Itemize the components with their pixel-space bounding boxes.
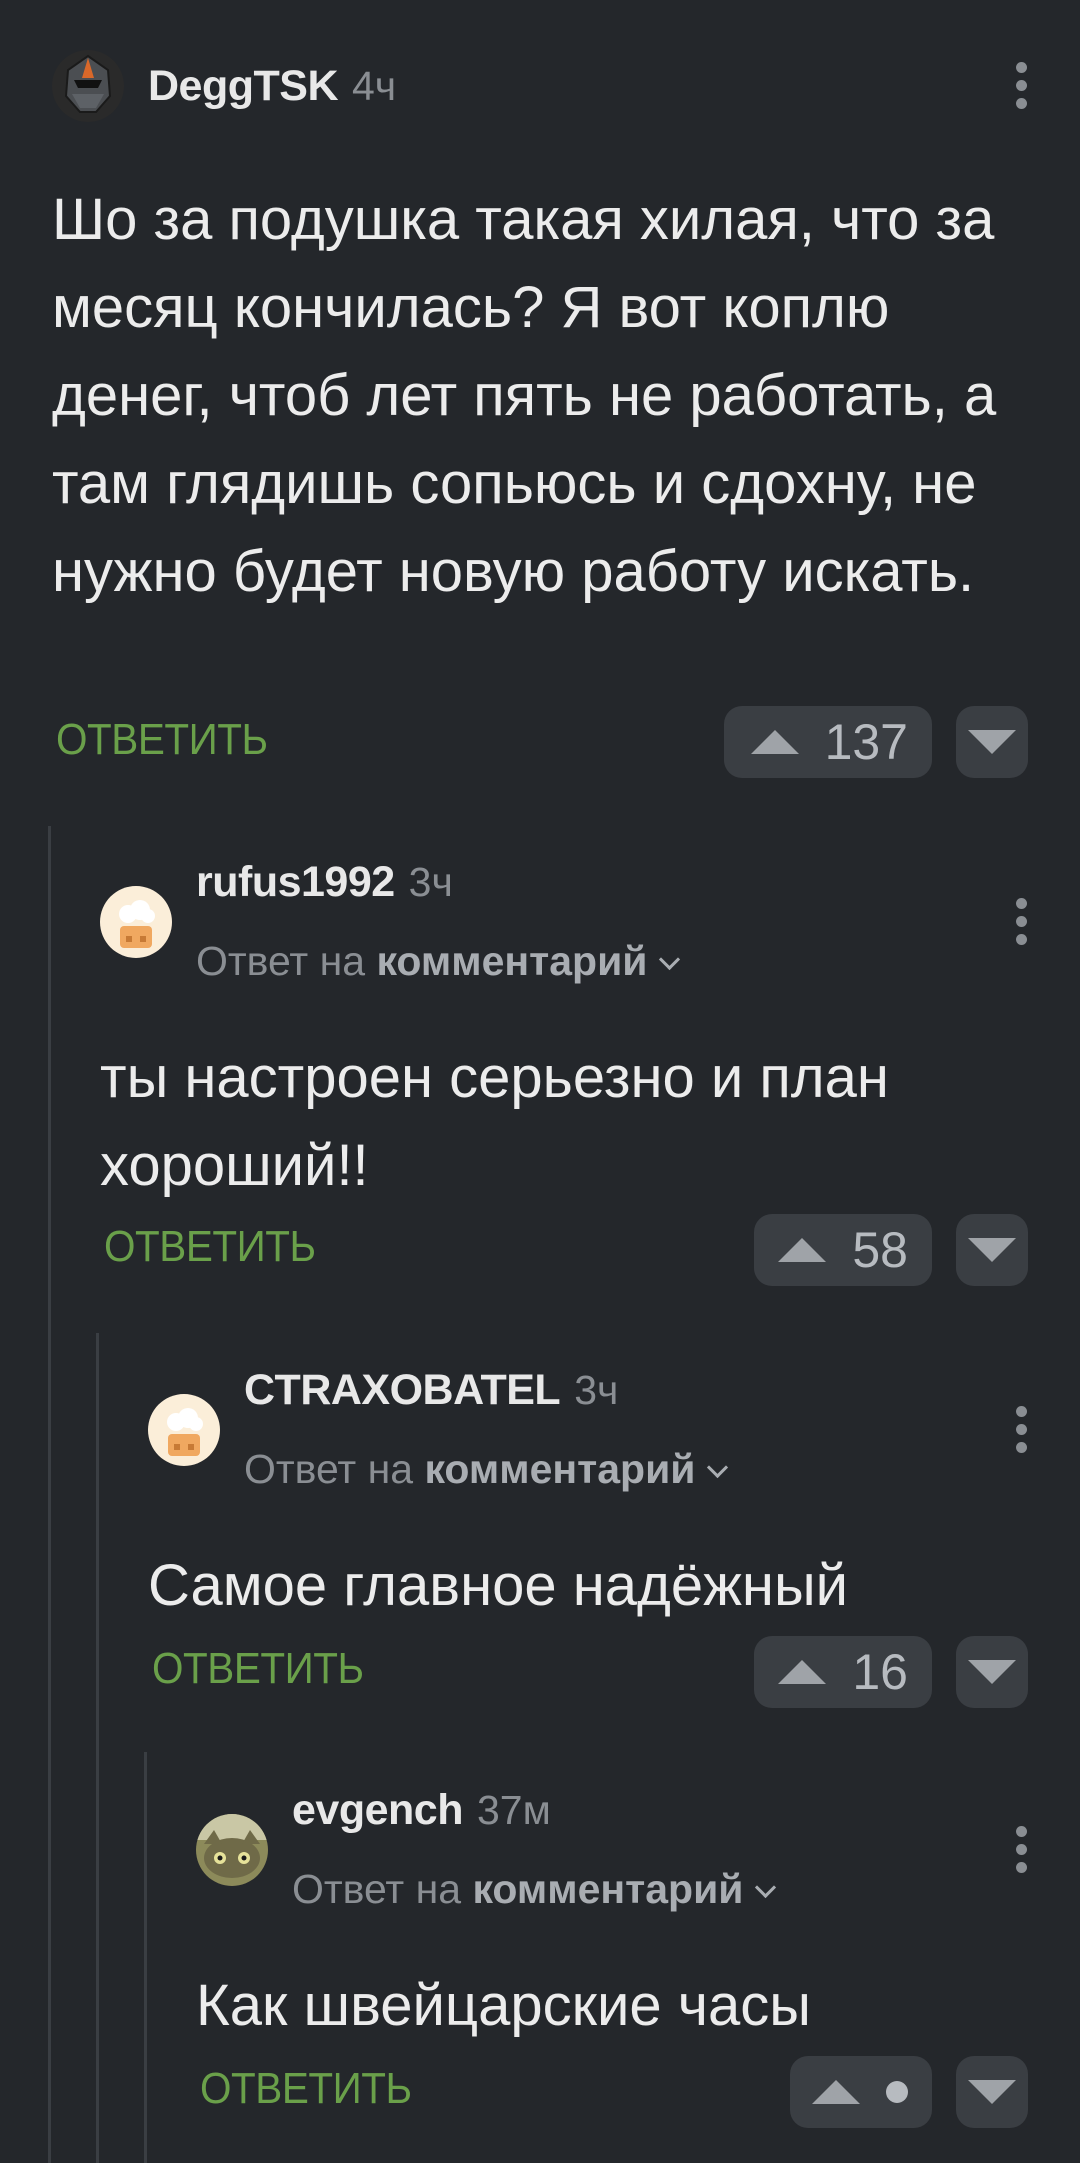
rating-count: 137 [824, 714, 908, 770]
default-avatar[interactable] [148, 1394, 220, 1466]
rating-count: 58 [852, 1222, 908, 1278]
reply-button[interactable]: ОТВЕТИТЬ [200, 2064, 412, 2114]
downvote-button[interactable] [956, 1636, 1028, 1708]
downvote-button[interactable] [956, 1214, 1028, 1286]
thread-line-level-1 [48, 826, 51, 2163]
rating-count: 16 [852, 1644, 908, 1700]
upvote-button[interactable]: 16 [754, 1636, 932, 1708]
arrow-up-icon [812, 2080, 860, 2104]
comment-header [100, 886, 172, 958]
reply-to-link[interactable]: Ответ на комментарий [244, 1446, 728, 1493]
more-options-icon[interactable] [1016, 1406, 1028, 1453]
knight-helmet-avatar[interactable] [52, 50, 124, 122]
thread-line-level-2 [96, 1333, 99, 2163]
comment-meta: rufus1992 3ч [196, 858, 453, 907]
reply-to-target: комментарий [376, 938, 648, 984]
comment-header [148, 1394, 220, 1466]
reply-to-target: комментарий [424, 1446, 696, 1492]
more-options-icon[interactable] [1016, 1826, 1028, 1873]
arrow-up-icon [750, 730, 799, 754]
rating-hidden-dot [886, 2081, 908, 2103]
comment-text: Как швейцарские часы [196, 1973, 811, 2038]
thread-line-level-3 [144, 1752, 147, 2163]
downvote-button[interactable] [956, 706, 1028, 778]
comment-header [196, 1814, 268, 1886]
comment-meta: evgench 37м [292, 1786, 551, 1835]
reply-to-prefix: Ответ на [244, 1446, 414, 1492]
chevron-down-icon [658, 948, 680, 971]
comment-text: Самое главное надёжный [148, 1553, 849, 1618]
comment-meta: CTRAXOBATEL 3ч [244, 1366, 618, 1415]
username[interactable]: CTRAXOBATEL [244, 1366, 561, 1415]
downvote-button[interactable] [956, 2056, 1028, 2128]
reply-button[interactable]: ОТВЕТИТЬ [56, 715, 268, 765]
reply-button[interactable]: ОТВЕТИТЬ [104, 1222, 316, 1272]
reply-to-prefix: Ответ на [196, 938, 366, 984]
comment-text: ты настроен серьезно и план хороший!! [100, 1045, 889, 1198]
upvote-button[interactable]: 58 [754, 1214, 932, 1286]
reply-button[interactable]: ОТВЕТИТЬ [152, 1644, 364, 1694]
arrow-down-icon [968, 2080, 1016, 2104]
comment-text: Шо за подушка такая хилая, что за месяц … [52, 187, 997, 604]
arrow-up-icon [778, 1238, 827, 1262]
reply-to-target: комментарий [472, 1866, 744, 1912]
default-avatar[interactable] [100, 886, 172, 958]
username[interactable]: rufus1992 [196, 858, 395, 907]
more-options-icon[interactable] [1016, 898, 1028, 945]
upvote-button[interactable] [790, 2056, 932, 2128]
reply-to-link[interactable]: Ответ на комментарий [292, 1866, 776, 1913]
cat-avatar[interactable] [196, 1814, 268, 1886]
more-options-icon[interactable] [1016, 62, 1028, 109]
arrow-up-icon [778, 1660, 827, 1684]
comment-header: DeggTSK 4ч [52, 50, 396, 122]
arrow-down-icon [968, 730, 1016, 754]
timestamp: 4ч [352, 62, 397, 109]
chevron-down-icon [754, 1876, 776, 1899]
arrow-down-icon [968, 1238, 1016, 1262]
timestamp: 3ч [574, 1367, 619, 1413]
upvote-button[interactable]: 137 [724, 706, 932, 778]
username[interactable]: DeggTSK [148, 62, 339, 111]
timestamp: 37м [476, 1787, 551, 1833]
chevron-down-icon [706, 1456, 728, 1479]
timestamp: 3ч [408, 859, 453, 905]
arrow-down-icon [968, 1660, 1016, 1684]
reply-to-prefix: Ответ на [292, 1866, 462, 1912]
reply-to-link[interactable]: Ответ на комментарий [196, 938, 680, 985]
username[interactable]: evgench [292, 1786, 463, 1835]
